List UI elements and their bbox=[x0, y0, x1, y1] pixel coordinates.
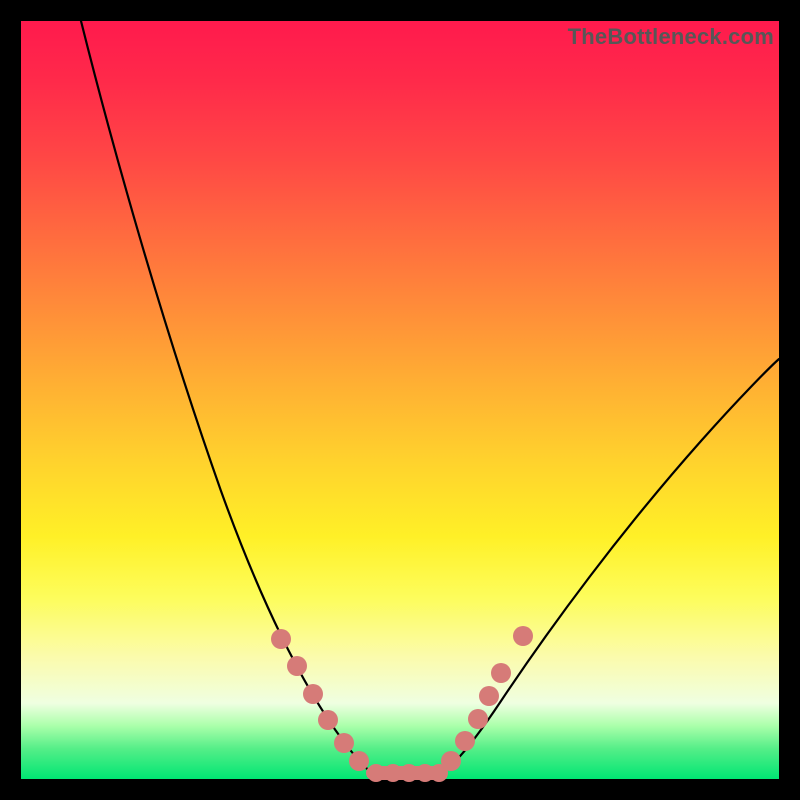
watermark-text: TheBottleneck.com bbox=[568, 24, 774, 50]
left-curve bbox=[81, 21, 373, 774]
marker-dot bbox=[479, 686, 499, 706]
marker-dot bbox=[384, 764, 402, 782]
chart-frame: TheBottleneck.com bbox=[0, 0, 800, 800]
marker-dot bbox=[441, 751, 461, 771]
marker-dot bbox=[349, 751, 369, 771]
marker-dot bbox=[455, 731, 475, 751]
marker-dot bbox=[318, 710, 338, 730]
marker-dot bbox=[468, 709, 488, 729]
marker-dot bbox=[491, 663, 511, 683]
marker-dot bbox=[334, 733, 354, 753]
marker-dot bbox=[400, 764, 418, 782]
chart-svg bbox=[21, 21, 779, 779]
marker-dot bbox=[271, 629, 291, 649]
marker-dot bbox=[367, 764, 385, 782]
marker-dot bbox=[303, 684, 323, 704]
marker-dot bbox=[287, 656, 307, 676]
marker-dot bbox=[513, 626, 533, 646]
right-curve bbox=[439, 359, 779, 774]
